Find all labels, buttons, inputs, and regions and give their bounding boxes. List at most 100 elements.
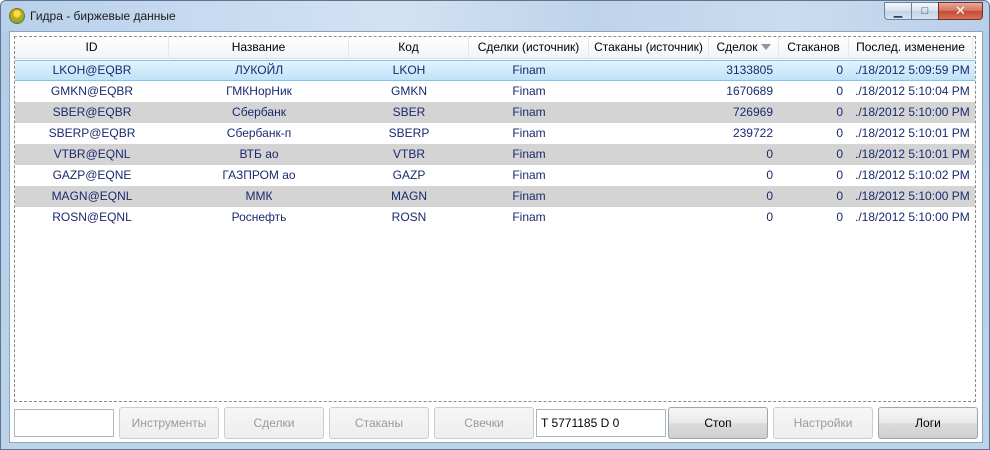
cell-name: Роснефть xyxy=(231,210,287,224)
cell-depth-src xyxy=(589,102,709,123)
cell-trades-src: Finam xyxy=(512,84,546,98)
cell-depths: 0 xyxy=(836,63,843,77)
cell-trades: 3133805 xyxy=(726,63,773,77)
cell-trades: 0 xyxy=(766,147,773,161)
cell-id: VTBR@EQNL xyxy=(53,147,131,161)
cell-name: Сбербанк xyxy=(232,105,286,119)
cell-depth-src xyxy=(589,61,709,80)
client-area: ID Название Код Сделки (источник) Стаканы (и… xyxy=(9,31,983,443)
caption-buttons: ▁ □ ✕ xyxy=(884,2,983,20)
close-icon: ✕ xyxy=(955,3,966,18)
app-logo-icon xyxy=(9,8,25,24)
app-window: Гидра - биржевые данные ▁ □ ✕ ID Название… xyxy=(0,0,990,450)
cell-id: SBER@EQBR xyxy=(52,105,132,119)
column-header-trades[interactable]: Сделок xyxy=(709,37,779,59)
column-header-label: Стаканы (источник) xyxy=(594,40,703,54)
cell-last-change: ./18/2012 5:10:02 PM xyxy=(855,168,970,182)
column-header-label: Сделки (источник) xyxy=(477,40,580,54)
securities-grid[interactable]: ID Название Код Сделки (источник) Стаканы (и… xyxy=(14,36,976,402)
bottom-toolbar: Инструменты Сделки Стаканы Свечки T 5771… xyxy=(10,406,982,440)
cell-code: VTBR xyxy=(392,147,425,161)
column-header-label: ID xyxy=(85,40,98,54)
cell-name: ММК xyxy=(245,189,273,203)
column-header-last-change[interactable]: Послед. изменение xyxy=(849,37,973,59)
logs-button[interactable]: Логи xyxy=(878,407,978,439)
cell-last-change: ./18/2012 5:09:59 PM xyxy=(855,63,970,77)
table-row[interactable]: ROSN@EQNL Роснефть ROSN Finam 0 0 ./18/2012 5:… xyxy=(15,207,975,228)
cell-code: SBERP xyxy=(388,126,430,140)
status-field[interactable]: T 5771185 D 0 xyxy=(536,409,666,437)
cell-name: ВТБ ао xyxy=(239,147,279,161)
table-row[interactable]: SBERP@EQBR Сбербанк-п SBERP Finam 239722 0 ./1… xyxy=(15,123,975,144)
column-header-label: Стаканов xyxy=(787,40,840,54)
column-header-label: Код xyxy=(398,40,419,54)
title-bar[interactable]: Гидра - биржевые данные ▁ □ ✕ xyxy=(1,1,989,31)
cell-name: ГМКНорНик xyxy=(226,84,292,98)
cell-code: ROSN xyxy=(391,210,427,224)
cell-trades: 1670689 xyxy=(726,84,773,98)
column-header-depth-src[interactable]: Стаканы (источник) xyxy=(589,37,709,59)
cell-trades: 0 xyxy=(766,189,773,203)
cell-trades: 239722 xyxy=(732,126,773,140)
instruments-button[interactable]: Инструменты xyxy=(119,407,219,439)
column-header-code[interactable]: Код xyxy=(349,37,469,59)
cell-last-change: ./18/2012 5:10:00 PM xyxy=(855,189,970,203)
trades-button[interactable]: Сделки xyxy=(224,407,324,439)
cell-id: ROSN@EQNL xyxy=(52,210,132,224)
candles-button[interactable]: Свечки xyxy=(434,407,534,439)
cell-trades: 726969 xyxy=(732,105,773,119)
cell-depth-src xyxy=(589,165,709,186)
close-button[interactable]: ✕ xyxy=(938,2,983,20)
cell-last-change: ./18/2012 5:10:01 PM xyxy=(855,147,970,161)
cell-depths: 0 xyxy=(836,189,843,203)
table-row[interactable]: VTBR@EQNL ВТБ ао VTBR Finam 0 0 ./18/2012 5:10… xyxy=(15,144,975,165)
cell-depths: 0 xyxy=(836,210,843,224)
table-row[interactable]: SBER@EQBR Сбербанк SBER Finam 726969 0 ./18/20… xyxy=(15,102,975,123)
column-header-name[interactable]: Название xyxy=(169,37,349,59)
column-header-id[interactable]: ID xyxy=(15,37,169,59)
table-row[interactable]: GAZP@EQNE ГАЗПРОМ ао GAZP Finam 0 0 ./18/2012 … xyxy=(15,165,975,186)
grid-body: LKOH@EQBR ЛУКОЙЛ LKOH Finam 3133805 0 ./18/201… xyxy=(15,60,975,228)
cell-trades-src: Finam xyxy=(512,63,546,77)
cell-trades-src: Finam xyxy=(512,147,546,161)
cell-depth-src xyxy=(589,186,709,207)
column-header-trades-src[interactable]: Сделки (источник) xyxy=(469,37,589,59)
table-row[interactable]: GMKN@EQBR ГМКНорНик GMKN Finam 1670689 0 ./18/… xyxy=(15,81,975,102)
table-row[interactable]: LKOH@EQBR ЛУКОЙЛ LKOH Finam 3133805 0 ./18/201… xyxy=(15,60,975,81)
cell-last-change: ./18/2012 5:10:00 PM xyxy=(855,105,970,119)
column-header-label: Послед. изменение xyxy=(856,40,965,54)
cell-id: GMKN@EQBR xyxy=(50,84,134,98)
filter-input[interactable] xyxy=(14,409,114,437)
cell-name: ЛУКОЙЛ xyxy=(234,63,284,77)
cell-id: LKOH@EQBR xyxy=(52,63,132,77)
stop-button[interactable]: Стоп xyxy=(668,407,768,439)
minimize-button[interactable]: ▁ xyxy=(884,2,911,20)
table-row[interactable]: MAGN@EQNL ММК MAGN Finam 0 0 ./18/2012 5:10:00… xyxy=(15,186,975,207)
cell-trades-src: Finam xyxy=(512,168,546,182)
cell-last-change: ./18/2012 5:10:04 PM xyxy=(855,84,970,98)
cell-id: MAGN@EQNL xyxy=(51,189,133,203)
column-header-depths[interactable]: Стаканов xyxy=(779,37,849,59)
cell-id: GAZP@EQNE xyxy=(52,168,132,182)
settings-button[interactable]: Настройки xyxy=(773,407,873,439)
maximize-button[interactable]: □ xyxy=(911,2,938,20)
cell-trades: 0 xyxy=(766,210,773,224)
cell-name: ГАЗПРОМ ао xyxy=(222,168,296,182)
cell-code: GMKN xyxy=(391,84,427,98)
cell-depth-src xyxy=(589,123,709,144)
column-header-label: Сделок xyxy=(716,40,758,54)
cell-depth-src xyxy=(589,144,709,165)
cell-depth-src xyxy=(589,207,709,228)
cell-trades-src: Finam xyxy=(512,189,546,203)
cell-last-change: ./18/2012 5:10:01 PM xyxy=(855,126,970,140)
cell-code: GAZP xyxy=(392,168,426,182)
cell-depths: 0 xyxy=(836,168,843,182)
depths-button[interactable]: Стаканы xyxy=(329,407,429,439)
sort-descending-icon xyxy=(760,44,771,50)
cell-code: LKOH xyxy=(392,63,426,77)
maximize-icon: □ xyxy=(921,5,929,17)
cell-trades: 0 xyxy=(766,168,773,182)
cell-trades-src: Finam xyxy=(512,126,546,140)
cell-depths: 0 xyxy=(836,105,843,119)
cell-code: SBER xyxy=(392,105,426,119)
